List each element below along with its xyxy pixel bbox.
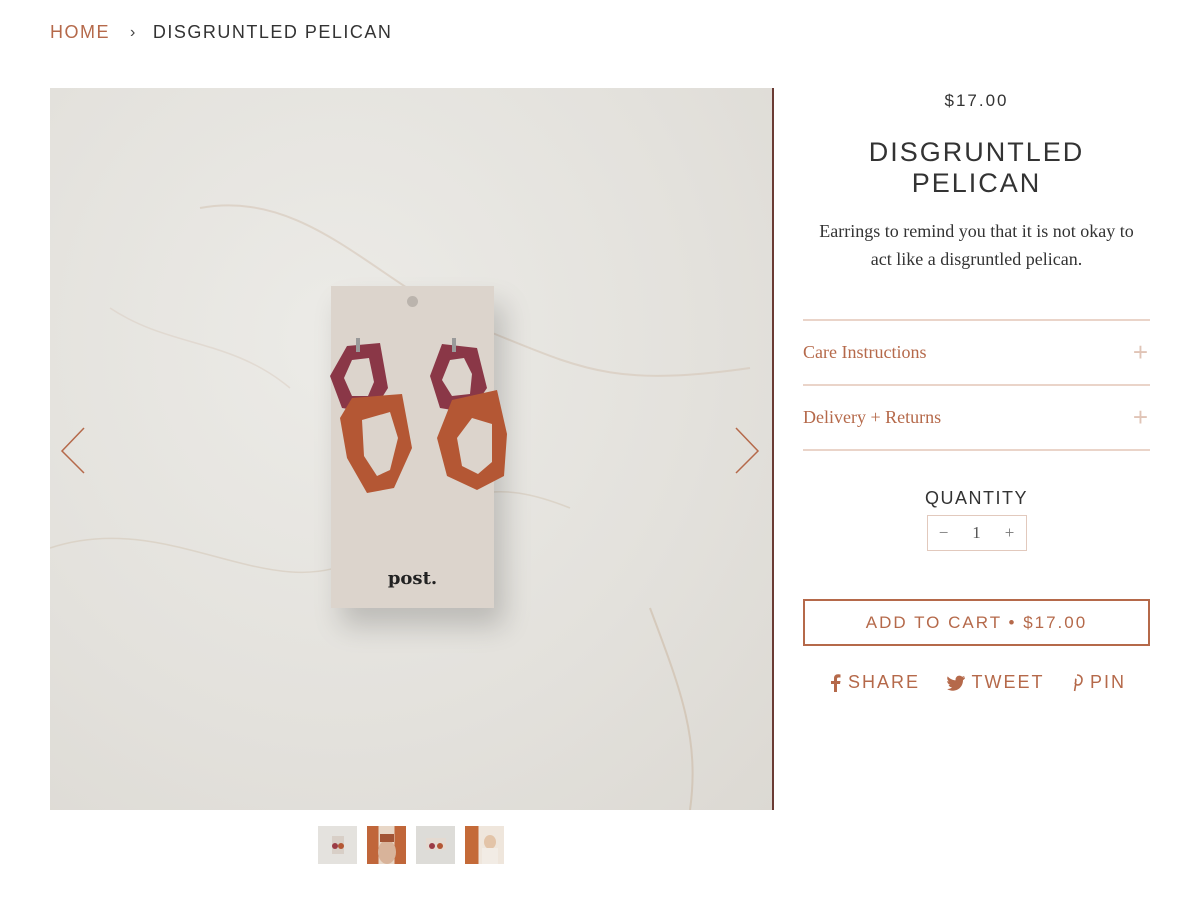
plus-icon: +: [1132, 402, 1148, 432]
gallery-next-button[interactable]: [726, 423, 766, 483]
twitter-icon: [946, 675, 965, 691]
breadcrumb-home-link[interactable]: HOME: [50, 22, 110, 43]
card-hole: [407, 296, 418, 307]
accordion-label: Delivery + Returns: [803, 407, 942, 427]
product-title: DISGRUNTLED PELICAN: [868, 137, 1085, 198]
breadcrumb: HOME › DISGRUNTLED PELICAN: [50, 22, 392, 43]
quantity-stepper: − 1 +: [926, 515, 1027, 551]
product-image-gallery: post.: [50, 88, 774, 810]
earrings-image: [330, 338, 507, 493]
accordion-care-instructions[interactable]: Care Instructions +: [803, 321, 1150, 386]
thumbnail-1[interactable]: [318, 826, 357, 864]
chevron-right-icon: [735, 427, 760, 474]
add-to-cart-button[interactable]: ADD TO CART • $17.00: [803, 599, 1150, 646]
share-facebook-link[interactable]: SHARE: [829, 672, 920, 693]
facebook-icon: [831, 673, 841, 692]
product-accordion: Care Instructions + Delivery + Returns +: [803, 319, 1150, 451]
gallery-prev-button[interactable]: [54, 423, 94, 483]
share-pinterest-link[interactable]: PIN: [1071, 672, 1126, 693]
thumbnail-strip: [318, 826, 504, 864]
breadcrumb-separator: ›: [130, 23, 137, 41]
product-info-panel: $17.00 DISGRUNTLED PELICAN Earrings to r…: [803, 88, 1150, 693]
pinterest-icon: [1073, 673, 1083, 691]
share-twitter-label: TWEET: [971, 672, 1045, 692]
quantity-decrease-button[interactable]: −: [928, 523, 960, 543]
thumbnail-4[interactable]: [465, 826, 504, 864]
share-pinterest-label: PIN: [1089, 672, 1126, 692]
social-share: SHARE TWEET PIN: [803, 672, 1150, 693]
card-brand: post.: [387, 568, 438, 589]
chevron-left-icon: [60, 427, 85, 474]
breadcrumb-current: DISGRUNTLED PELICAN: [152, 22, 393, 42]
thumbnail-2[interactable]: [367, 826, 406, 864]
thumbnail-3[interactable]: [416, 826, 455, 864]
accordion-delivery-returns[interactable]: Delivery + Returns +: [803, 386, 1150, 451]
quantity-label: QUANTITY: [924, 488, 1028, 508]
product-price: $17.00: [944, 91, 1009, 110]
share-twitter-link[interactable]: TWEET: [946, 672, 1045, 693]
image-edge: [772, 88, 774, 810]
share-facebook-label: SHARE: [848, 672, 921, 692]
product-description: Earrings to remind you that it is not ok…: [819, 221, 1134, 269]
plus-icon: +: [1132, 337, 1148, 367]
accordion-label: Care Instructions: [803, 342, 927, 362]
quantity-value[interactable]: 1: [961, 523, 993, 543]
quantity-increase-button[interactable]: +: [994, 523, 1026, 543]
